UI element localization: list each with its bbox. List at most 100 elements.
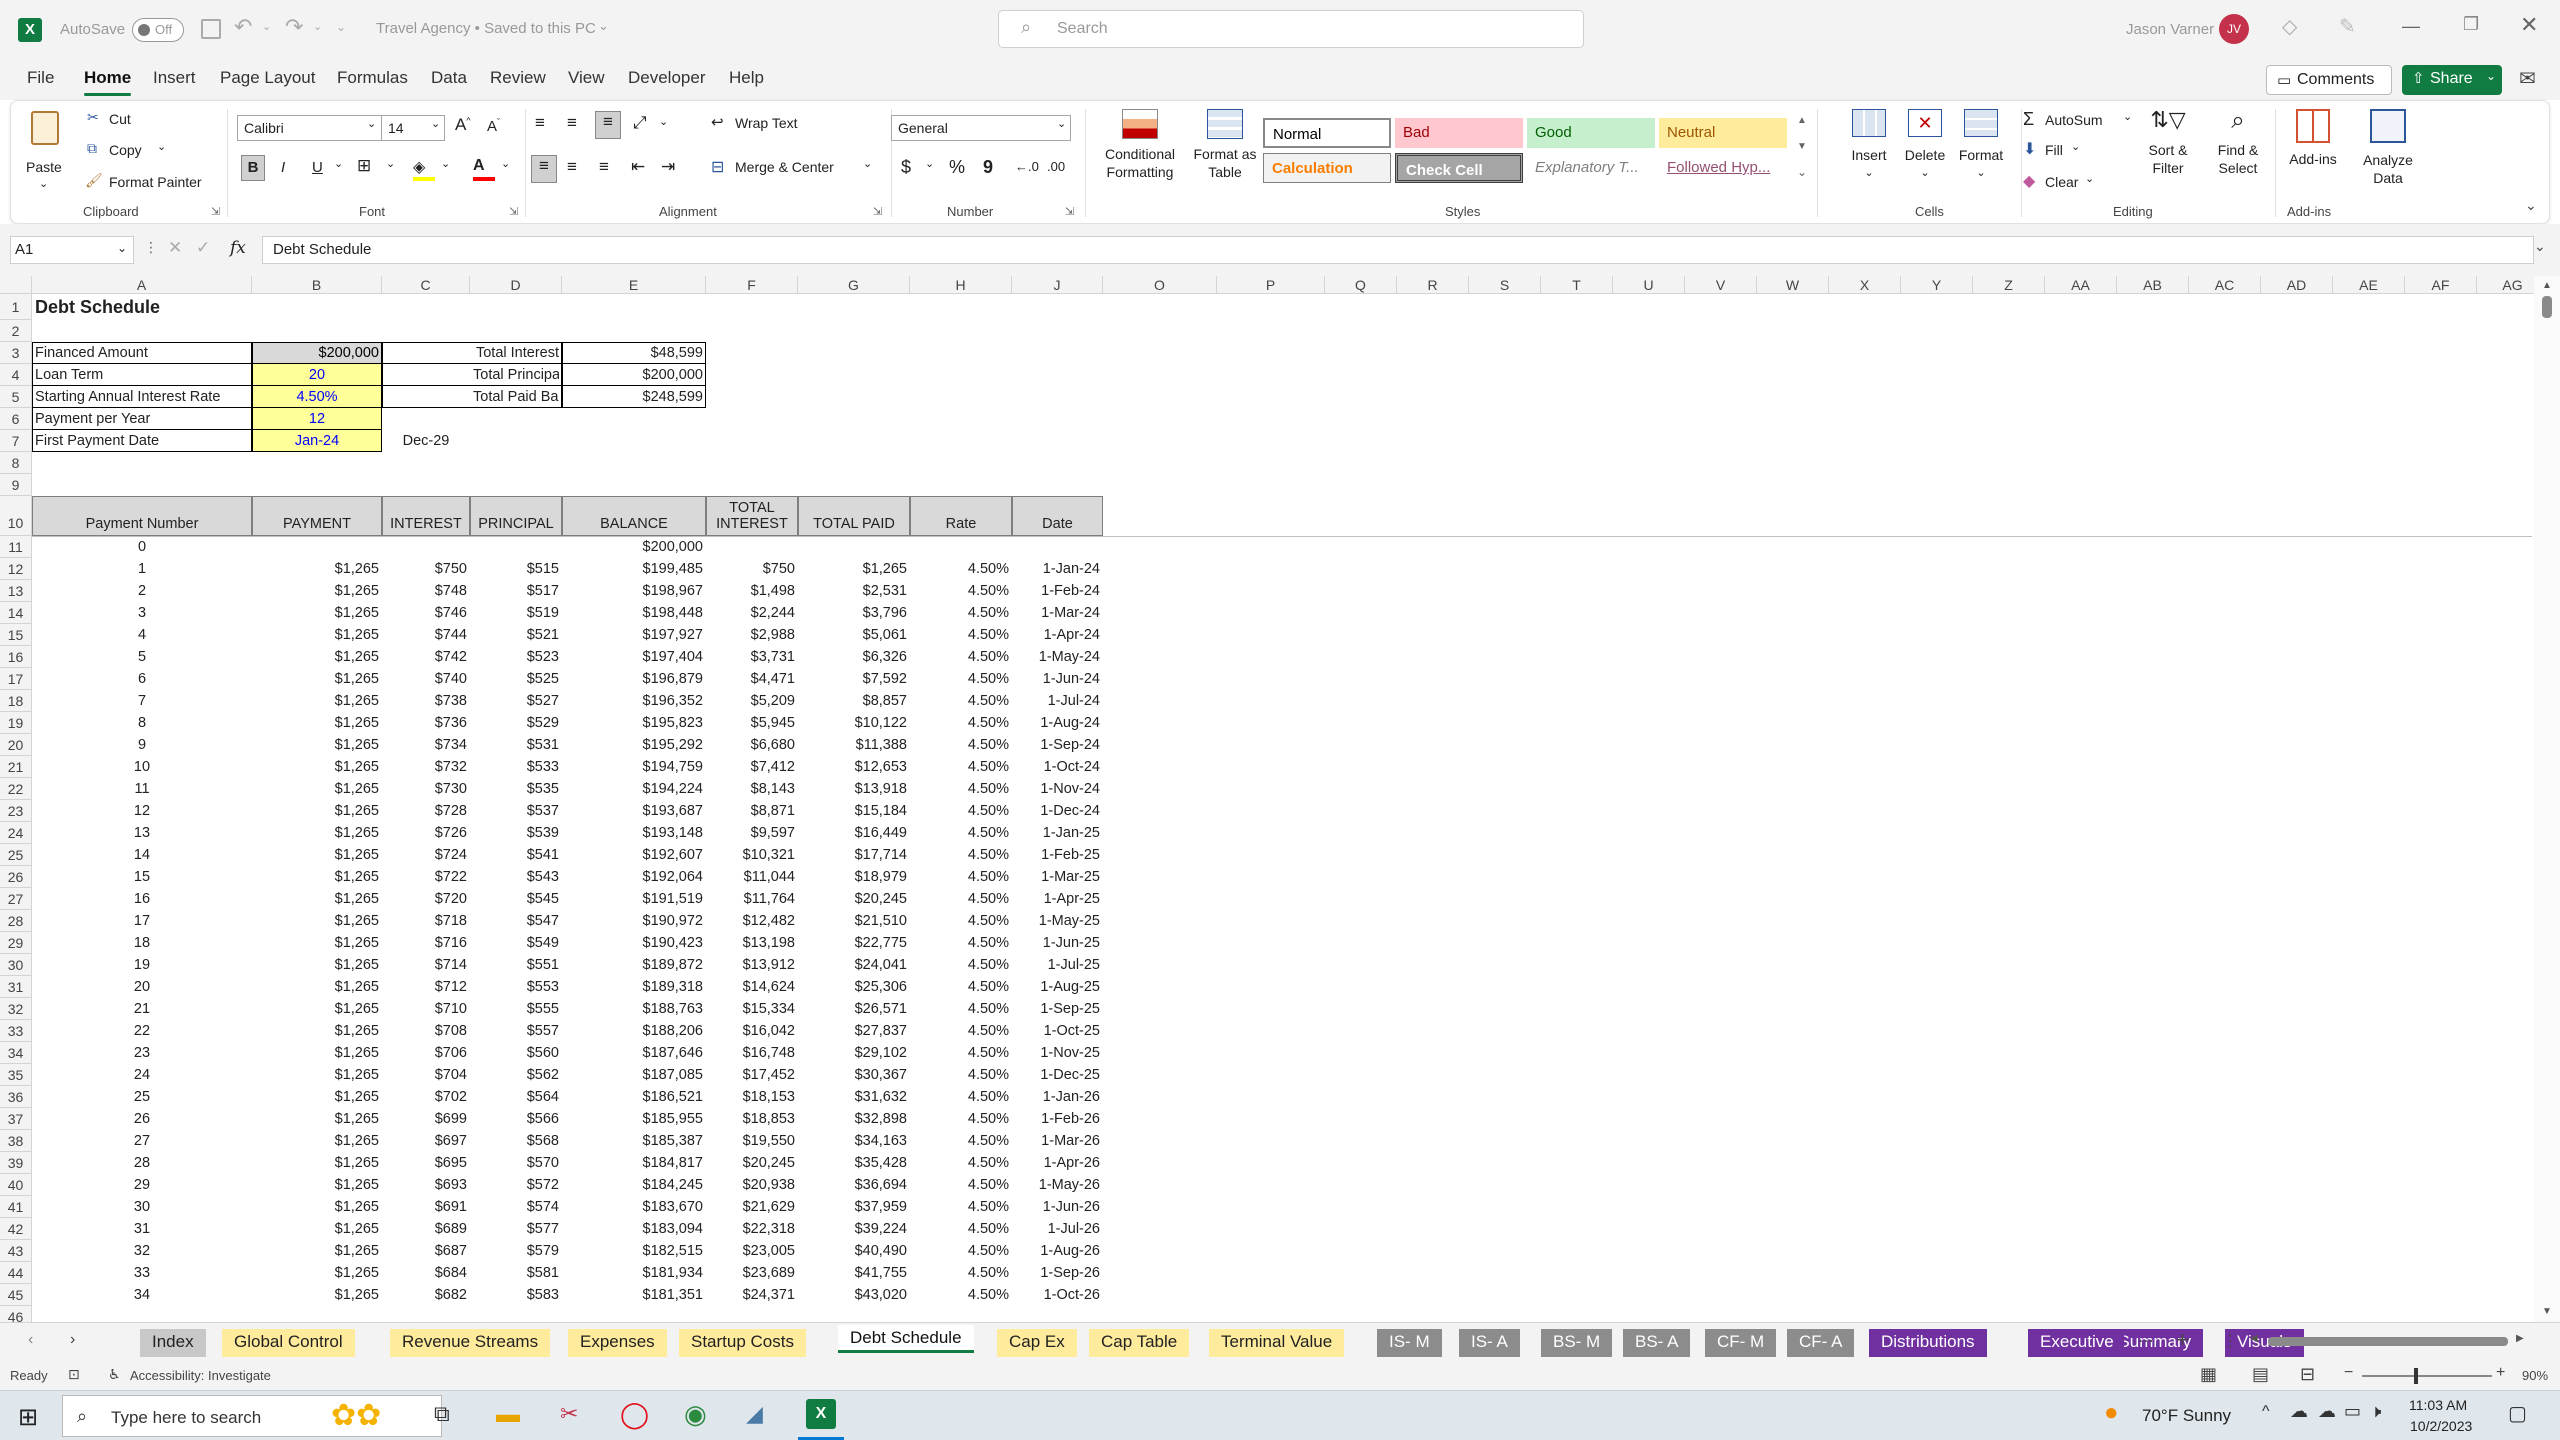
addins-button[interactable]: Add-ins <box>2281 107 2345 167</box>
table-cell[interactable]: $712 <box>385 976 467 998</box>
currency-dropdown-icon[interactable]: ⌄ <box>925 157 934 170</box>
table-cell[interactable]: $34,163 <box>801 1130 907 1152</box>
input-label[interactable]: Financed Amount <box>35 342 249 364</box>
table-cell[interactable]: $199,485 <box>565 558 703 580</box>
column-header-ab[interactable]: AB <box>2117 276 2189 294</box>
table-cell[interactable]: $1,265 <box>255 668 379 690</box>
column-header-h[interactable]: H <box>910 276 1012 294</box>
table-cell[interactable]: $183,094 <box>565 1218 703 1240</box>
table-cell[interactable]: $185,955 <box>565 1108 703 1130</box>
sheet-tab-global-control[interactable]: Global Control <box>222 1329 355 1357</box>
horizontal-scroll-thumb[interactable] <box>2268 1337 2508 1346</box>
row-header[interactable]: 18 <box>0 690 32 712</box>
row-header[interactable]: 2 <box>0 320 32 342</box>
table-cell[interactable]: 4.50% <box>913 998 1009 1020</box>
font-name-dropdown-icon[interactable]: ⌄ <box>367 117 376 130</box>
autosum-button[interactable]: AutoSum <box>2045 112 2103 128</box>
sheet-tab-revenue-streams[interactable]: Revenue Streams <box>390 1329 551 1357</box>
table-cell[interactable]: 30 <box>35 1196 249 1218</box>
style-check-cell[interactable]: Check Cell <box>1395 153 1523 183</box>
column-header-x[interactable]: X <box>1829 276 1901 294</box>
table-cell[interactable]: 4.50% <box>913 954 1009 976</box>
table-cell[interactable]: 3 <box>35 602 249 624</box>
taskbar-search[interactable]: ⌕ Type here to search ✿✿ <box>62 1395 442 1437</box>
row-header[interactable]: 15 <box>0 624 32 646</box>
number-format-select[interactable]: General <box>891 115 1071 141</box>
file-explorer-icon[interactable]: ▬ <box>496 1401 520 1429</box>
table-cell[interactable]: $182,515 <box>565 1240 703 1262</box>
table-cell[interactable]: $189,318 <box>565 976 703 998</box>
end-date[interactable]: Dec-29 <box>385 430 467 452</box>
insert-cells-button[interactable]: Insert ⌄ <box>1841 107 1897 181</box>
table-cell[interactable]: $527 <box>473 690 559 712</box>
column-header-z[interactable]: Z <box>1973 276 2045 294</box>
row-header[interactable]: 21 <box>0 756 32 778</box>
horizontal-scrollbar[interactable]: ◀ ▶ <box>2250 1333 2534 1349</box>
sheet-tab-bs-a[interactable]: BS- A <box>1623 1329 1691 1357</box>
table-cell[interactable]: $533 <box>473 756 559 778</box>
scroll-right-icon[interactable]: ▶ <box>2516 1333 2524 1344</box>
sheet-tab-bs-m[interactable]: BS- M <box>1541 1329 1613 1357</box>
table-cell[interactable]: 1-Sep-25 <box>1015 998 1100 1020</box>
table-cell[interactable]: $26,571 <box>801 998 907 1020</box>
table-cell[interactable]: 4.50% <box>913 690 1009 712</box>
column-header-d[interactable]: D <box>470 276 562 294</box>
minimize-icon[interactable]: — <box>2402 16 2420 37</box>
row-header[interactable]: 44 <box>0 1262 32 1284</box>
table-cell[interactable]: 4.50% <box>913 624 1009 646</box>
table-cell[interactable]: $1,265 <box>801 558 907 580</box>
table-cell[interactable]: 1-Dec-25 <box>1015 1064 1100 1086</box>
table-cell[interactable]: $194,759 <box>565 756 703 778</box>
scroll-up-icon[interactable]: ▲ <box>2542 280 2552 291</box>
chrome-icon[interactable]: ◉ <box>684 1399 707 1430</box>
table-cell[interactable]: $562 <box>473 1064 559 1086</box>
borders-dropdown-icon[interactable]: ⌄ <box>386 157 395 170</box>
table-cell[interactable]: 23 <box>35 1042 249 1064</box>
table-cell[interactable]: $2,244 <box>709 602 795 624</box>
clear-dropdown-icon[interactable]: ⌄ <box>2085 172 2094 185</box>
table-cell[interactable]: $8,857 <box>801 690 907 712</box>
table-cell[interactable]: $188,763 <box>565 998 703 1020</box>
input-value[interactable]: 12 <box>255 408 379 430</box>
table-cell[interactable]: $185,387 <box>565 1130 703 1152</box>
table-cell[interactable]: 1-Jun-24 <box>1015 668 1100 690</box>
table-cell[interactable]: $187,085 <box>565 1064 703 1086</box>
table-cell[interactable]: $684 <box>385 1262 467 1284</box>
row-header[interactable]: 36 <box>0 1086 32 1108</box>
table-cell[interactable]: $555 <box>473 998 559 1020</box>
show-hidden-icons[interactable]: ^ <box>2262 1403 2270 1421</box>
row-header[interactable]: 30 <box>0 954 32 976</box>
input-label[interactable]: Loan Term <box>35 364 249 386</box>
styles-scroll-down-icon[interactable]: ▼ <box>1797 141 1807 152</box>
sheet-tab-debt-schedule[interactable]: Debt Schedule <box>838 1325 974 1353</box>
find-select-button[interactable]: ⌕ Find & Select <box>2205 107 2271 177</box>
table-cell[interactable]: $583 <box>473 1284 559 1306</box>
save-icon[interactable] <box>201 19 221 39</box>
table-cell[interactable]: $2,988 <box>709 624 795 646</box>
table-cell[interactable]: $1,265 <box>255 1064 379 1086</box>
menu-page-layout[interactable]: Page Layout <box>220 68 315 88</box>
table-cell[interactable]: $1,265 <box>255 998 379 1020</box>
table-cell[interactable]: $722 <box>385 866 467 888</box>
table-cell[interactable]: 6 <box>35 668 249 690</box>
sheet-tab-cap-ex[interactable]: Cap Ex <box>997 1329 1077 1357</box>
table-cell[interactable]: $13,918 <box>801 778 907 800</box>
table-cell[interactable]: 4.50% <box>913 1108 1009 1130</box>
table-cell[interactable]: $184,245 <box>565 1174 703 1196</box>
cancel-entry-icon[interactable]: ✕ <box>168 238 182 258</box>
table-cell[interactable]: $16,748 <box>709 1042 795 1064</box>
clear-button[interactable]: Clear <box>2045 174 2078 190</box>
fill-dropdown-icon[interactable]: ⌄ <box>2071 140 2080 153</box>
table-cell[interactable]: $7,592 <box>801 668 907 690</box>
table-cell[interactable]: 4.50% <box>913 822 1009 844</box>
table-cell[interactable]: $718 <box>385 910 467 932</box>
sheet-tab-expenses[interactable]: Expenses <box>568 1329 667 1357</box>
table-cell[interactable]: 12 <box>35 800 249 822</box>
table-cell[interactable]: 4.50% <box>913 844 1009 866</box>
table-cell[interactable]: $525 <box>473 668 559 690</box>
table-cell[interactable]: 4.50% <box>913 1064 1009 1086</box>
table-cell[interactable]: $697 <box>385 1130 467 1152</box>
table-cell[interactable]: 1-Aug-26 <box>1015 1240 1100 1262</box>
app-icon[interactable]: ◢ <box>746 1401 763 1427</box>
table-cell[interactable]: 1-Mar-24 <box>1015 602 1100 624</box>
